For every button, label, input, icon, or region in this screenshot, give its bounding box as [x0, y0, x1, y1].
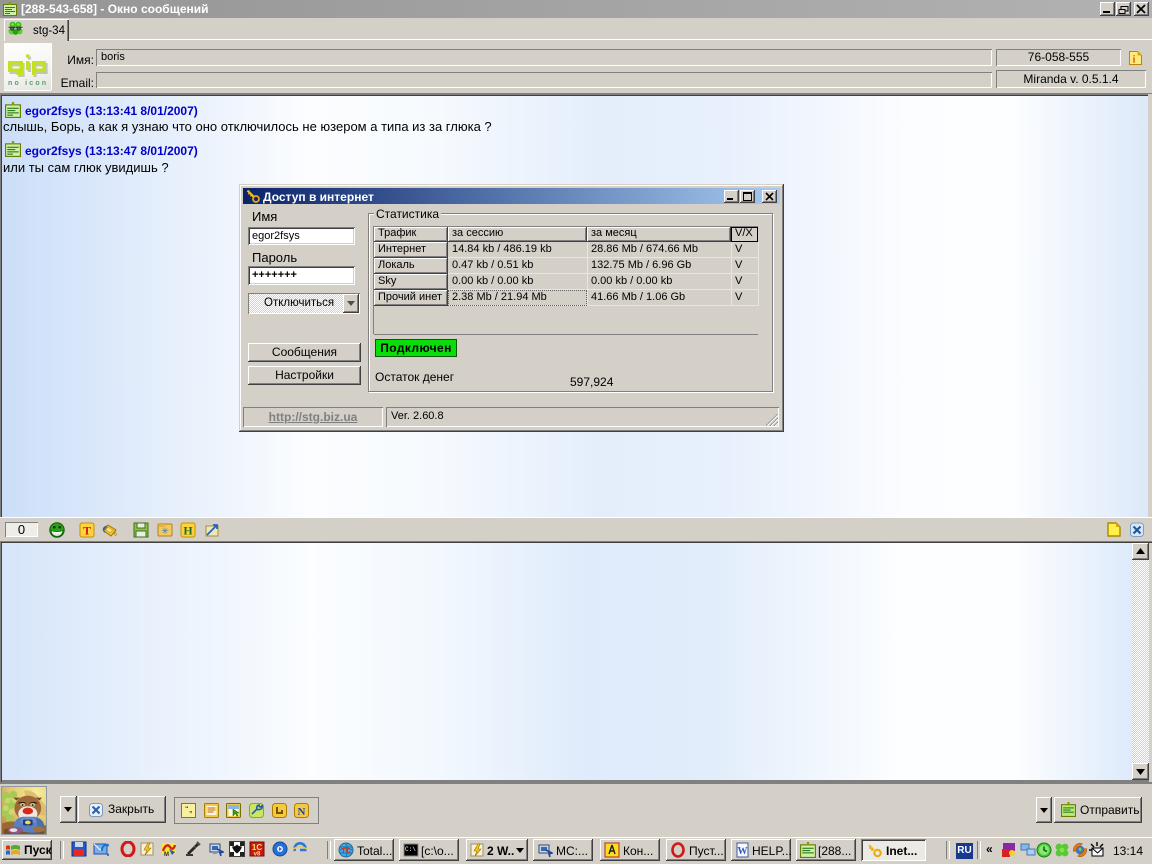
svg-text:T: T: [83, 524, 91, 538]
svg-text:M: M: [164, 852, 169, 857]
svg-text:C:\: C:\: [405, 846, 416, 853]
svg-text:i: i: [1133, 55, 1136, 66]
svg-text:”: ”: [189, 811, 193, 818]
svg-text:✳: ✳: [161, 526, 169, 536]
svg-text:TC: TC: [341, 848, 350, 855]
svg-text:H: H: [183, 524, 193, 538]
svg-text:W: W: [738, 846, 748, 857]
svg-text:v8: v8: [254, 852, 261, 858]
svg-text:N: N: [298, 806, 306, 818]
svg-text:“: “: [185, 806, 189, 813]
